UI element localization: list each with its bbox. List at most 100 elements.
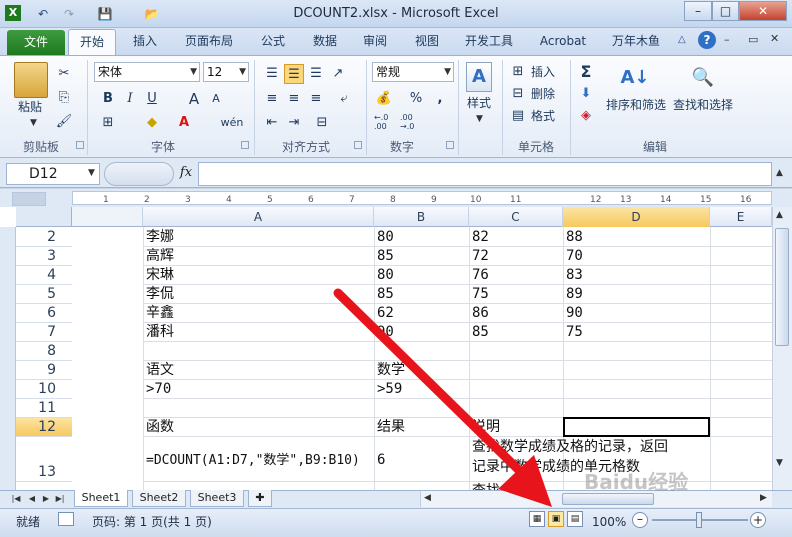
scroll-up-icon[interactable]: ▲ (776, 210, 783, 220)
cell-b13[interactable]: 6 (377, 451, 385, 470)
row-header[interactable]: 4 (16, 266, 72, 285)
cell-c13-line1[interactable]: 查找数学成绩及格的记录，返回 (472, 438, 668, 457)
row-header[interactable]: 3 (16, 247, 72, 266)
cell-a13[interactable]: =DCOUNT(A1:D7,"数学",B9:B10) (146, 451, 360, 470)
cell-c12[interactable]: 说明 (472, 418, 500, 437)
font-size-combo[interactable]: 12 ▼ (203, 62, 249, 82)
cell-d7[interactable]: 75 (566, 323, 583, 342)
fill-color-icon[interactable]: ◆ (142, 113, 162, 133)
scroll-down-icon[interactable]: ▼ (776, 458, 783, 468)
chevron-down-icon[interactable]: ▼ (476, 114, 483, 124)
clear-icon[interactable]: ◈ (576, 106, 596, 126)
first-sheet-icon[interactable]: |◀ (10, 492, 22, 505)
cell-a9[interactable]: 语文 (146, 361, 174, 380)
row-header[interactable]: 6 (16, 304, 72, 323)
align-middle-icon[interactable]: ☰ (284, 64, 304, 84)
tab-home[interactable]: 开始 (68, 29, 116, 56)
tab-data[interactable]: 数据 (302, 30, 348, 52)
tab-formulas[interactable]: 公式 (250, 30, 296, 52)
cell-d5[interactable]: 89 (566, 285, 583, 304)
row-header[interactable]: 11 (16, 399, 72, 418)
insert-cells-button[interactable]: 插入 (526, 63, 560, 81)
shrink-font-button[interactable]: A (206, 89, 226, 109)
insert-sheet-icon[interactable]: ✚ (248, 490, 272, 507)
minimize-button[interactable]: – (684, 1, 712, 21)
sheet-tab-sheet3[interactable]: Sheet3 (190, 490, 244, 507)
cell-c14-partial[interactable]: 查找... (472, 482, 513, 490)
cell-b9[interactable]: 数学 (377, 361, 405, 380)
cell-d2[interactable]: 88 (566, 228, 583, 247)
align-center-icon[interactable]: ≡ (284, 89, 304, 109)
delete-cells-button[interactable]: 删除 (526, 85, 560, 103)
cell-d4[interactable]: 83 (566, 266, 583, 285)
cell-c5[interactable]: 75 (472, 285, 489, 304)
row-header-selected[interactable]: 12 (16, 418, 72, 437)
ribbon-restore-icon[interactable]: ▭ (748, 33, 758, 46)
cell-a4[interactable]: 宋琳 (146, 266, 174, 285)
page-layout-view-button[interactable]: ▣ (548, 511, 564, 527)
close-button[interactable]: ✕ (739, 1, 787, 21)
decrease-indent-icon[interactable]: ⇤ (262, 113, 282, 133)
tab-view[interactable]: 视图 (404, 30, 450, 52)
select-all-corner[interactable] (16, 207, 72, 227)
cell-a5[interactable]: 李侃 (146, 285, 174, 304)
row-header[interactable]: 10 (16, 380, 72, 399)
cell-c6[interactable]: 86 (472, 304, 489, 323)
phonetic-button[interactable]: wén (218, 113, 246, 133)
vertical-scroll-thumb[interactable] (775, 228, 789, 346)
find-select-icon[interactable]: 🔍 (688, 62, 718, 94)
selected-cell-d12[interactable] (563, 417, 710, 437)
cell-a12[interactable]: 函数 (146, 418, 174, 437)
zoom-slider-thumb[interactable] (696, 512, 702, 528)
cell-d3[interactable]: 70 (566, 247, 583, 266)
percent-button[interactable]: % (406, 89, 426, 109)
orientation-icon[interactable]: ↗ (328, 64, 348, 84)
prev-sheet-icon[interactable]: ◀ (26, 492, 38, 505)
tab-insert[interactable]: 插入 (122, 30, 168, 52)
page-break-view-button[interactable]: ▤ (567, 511, 583, 527)
paste-button[interactable]: 粘贴 (10, 98, 50, 116)
increase-indent-icon[interactable]: ⇥ (284, 113, 304, 133)
maximize-button[interactable]: □ (712, 1, 739, 21)
formula-input[interactable] (198, 162, 772, 186)
bold-button[interactable]: B (98, 89, 118, 109)
insert-function-button[interactable]: fx (176, 165, 196, 183)
cell-a10[interactable]: >70 (146, 380, 171, 399)
cell-b2[interactable]: 80 (377, 228, 394, 247)
grow-font-button[interactable]: A (184, 89, 204, 109)
align-right-icon[interactable]: ≡ (306, 89, 326, 109)
increase-decimal-button[interactable]: ←.0 .00 (374, 113, 398, 131)
cell-c3[interactable]: 72 (472, 247, 489, 266)
ribbon-minimize-icon[interactable]: – (724, 33, 730, 46)
sheet-tab-sheet2[interactable]: Sheet2 (132, 490, 186, 507)
alignment-launcher-icon[interactable] (354, 141, 362, 149)
column-header-e[interactable]: E (710, 207, 772, 227)
cell-d6[interactable]: 90 (566, 304, 583, 323)
cell-a7[interactable]: 潘科 (146, 323, 174, 342)
row-header[interactable]: 2 (16, 228, 72, 247)
tab-file[interactable]: 文件 (7, 30, 65, 55)
column-header-a[interactable]: A (143, 207, 374, 227)
zoom-level[interactable]: 100% (592, 513, 626, 531)
row-header[interactable]: 5 (16, 285, 72, 304)
merge-center-icon[interactable]: ⊟ (312, 113, 332, 133)
cell-a6[interactable]: 辛鑫 (146, 304, 174, 323)
next-sheet-icon[interactable]: ▶ (40, 492, 52, 505)
name-box[interactable]: D12 (6, 163, 100, 185)
cut-icon[interactable]: ✂ (54, 64, 74, 84)
cell-b12[interactable]: 结果 (377, 418, 405, 437)
tab-page-layout[interactable]: 页面布局 (176, 30, 242, 52)
cell-a2[interactable]: 李娜 (146, 228, 174, 247)
cell-b3[interactable]: 85 (377, 247, 394, 266)
cell-b10[interactable]: >59 (377, 380, 402, 399)
align-top-icon[interactable]: ☰ (262, 64, 282, 84)
format-cells-button[interactable]: 格式 (526, 107, 560, 125)
macro-record-icon[interactable] (58, 512, 74, 526)
decrease-decimal-button[interactable]: .00 →.0 (400, 113, 424, 131)
cell-c2[interactable]: 82 (472, 228, 489, 247)
cell-b4[interactable]: 80 (377, 266, 394, 285)
currency-icon[interactable]: 💰 (374, 89, 394, 109)
styles-icon[interactable]: A (466, 62, 492, 92)
row-header[interactable]: 7 (16, 323, 72, 342)
cell-c4[interactable]: 76 (472, 266, 489, 285)
